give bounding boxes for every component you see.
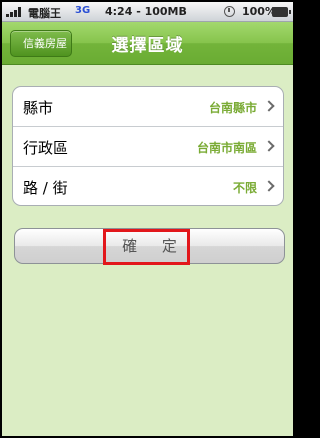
signal-strength-icon [6, 7, 24, 17]
carrier-name: 電腦王 [28, 7, 61, 20]
chevron-right-icon [263, 140, 275, 152]
filter-label: 縣市 [23, 99, 54, 117]
status-time: 4:24 - 100MB [105, 5, 187, 18]
chevron-right-icon [263, 100, 275, 112]
filter-label: 路 / 街 [23, 179, 68, 197]
battery-percent: 100% [242, 5, 276, 18]
network-type: 3G [75, 5, 91, 16]
filter-value: 不限 [232, 181, 257, 195]
area-filter-table: 縣市 台南縣市 行政區 台南市南區 路 / 街 不限 [12, 86, 284, 206]
filter-value: 台南市南區 [196, 141, 257, 155]
chevron-right-icon [263, 180, 275, 192]
alarm-icon [224, 6, 235, 17]
device-frame: 電腦王 3G 4:24 - 100MB 100% 信義房屋 選擇區域 縣市 台南… [0, 0, 295, 438]
navigation-bar: 信義房屋 選擇區域 [2, 22, 293, 65]
filter-row-district[interactable]: 行政區 台南市南區 [13, 127, 283, 167]
highlight-annotation [103, 229, 190, 265]
page-title: 選擇區域 [111, 36, 184, 56]
back-button[interactable]: 信義房屋 [10, 30, 72, 57]
status-bar: 電腦王 3G 4:24 - 100MB 100% [2, 2, 293, 22]
filter-label: 行政區 [23, 139, 69, 157]
filter-value: 台南縣市 [208, 101, 257, 115]
filter-row-city[interactable]: 縣市 台南縣市 [13, 87, 283, 127]
back-button-label: 信義房屋 [23, 37, 67, 50]
app-screen: 電腦王 3G 4:24 - 100MB 100% 信義房屋 選擇區域 縣市 台南… [2, 2, 293, 436]
filter-row-street[interactable]: 路 / 街 不限 [13, 167, 283, 205]
battery-icon [272, 7, 291, 17]
